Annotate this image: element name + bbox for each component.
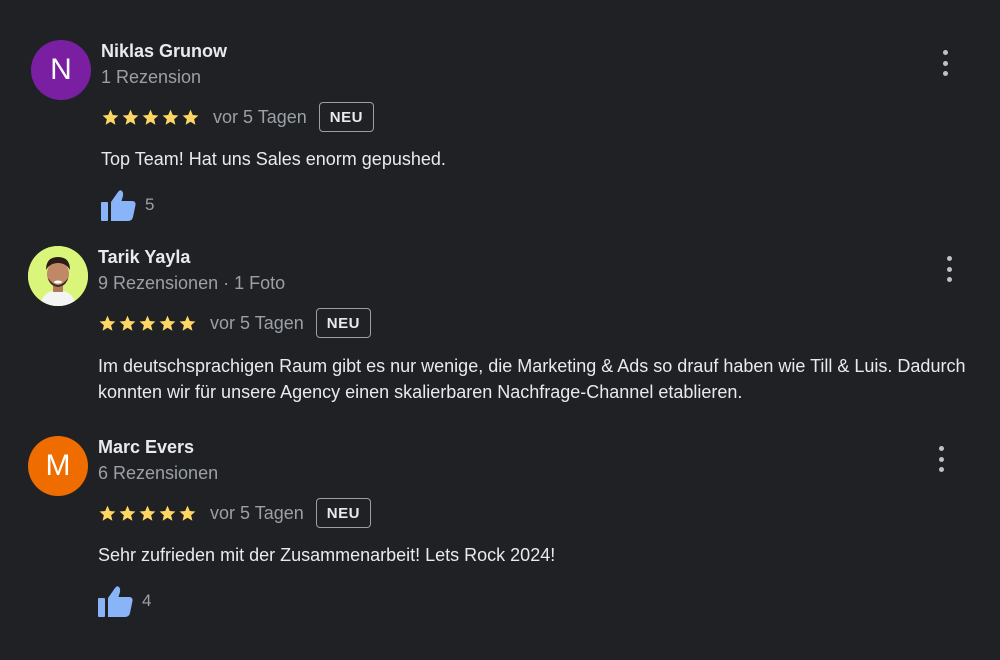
rating-row: vor 5 Tagen NEU (98, 307, 371, 339)
reviewer-meta: 6 Rezensionen (98, 463, 219, 483)
rating-row: vor 5 Tagen NEU (101, 101, 374, 133)
star-icon (99, 505, 116, 521)
more-dot (946, 277, 952, 282)
thumbs-up-icon (101, 190, 136, 221)
review-date: vor 5 Tagen (213, 106, 307, 127)
more-dot (942, 60, 948, 66)
more-options-button[interactable] (929, 444, 953, 474)
more-dot (938, 456, 944, 462)
reviewer-meta: 1 Rezension (101, 67, 202, 87)
star-icon (99, 315, 116, 331)
avatar[interactable]: N (31, 40, 91, 100)
like-button[interactable]: 4 (98, 585, 151, 617)
review-date: vor 5 Tagen (210, 312, 304, 333)
avatar[interactable] (28, 246, 88, 306)
new-badge: NEU (318, 102, 374, 132)
star-icon (119, 505, 136, 521)
star-icon (159, 315, 176, 331)
star-rating (98, 314, 197, 333)
reviewer-name[interactable]: Marc Evers (98, 437, 194, 458)
thumbs-up-icon (98, 586, 133, 617)
star-icon (162, 109, 179, 125)
star-icon (119, 315, 136, 331)
reviewer-name[interactable]: Tarik Yayla (98, 247, 190, 268)
more-dot (946, 256, 952, 261)
rating-row: vor 5 Tagen NEU (98, 497, 371, 529)
star-icon (102, 109, 119, 125)
star-icon (159, 505, 176, 521)
reviewer-name[interactable]: Niklas Grunow (101, 41, 227, 62)
review-text: Top Team! Hat uns Sales enorm gepushed. (101, 149, 446, 169)
like-count: 4 (142, 591, 152, 610)
review-date: vor 5 Tagen (210, 502, 304, 523)
star-icon (182, 109, 199, 125)
avatar[interactable]: M (28, 436, 88, 496)
star-rating (98, 504, 197, 523)
review-card: N Niklas Grunow 1 Rezension vor 5 Tagen … (0, 0, 1000, 235)
review-card: Tarik Yayla 9 Rezensionen · 1 Foto vor 5… (0, 235, 1000, 425)
more-options-button[interactable] (933, 48, 957, 78)
more-dot (938, 467, 944, 472)
new-badge: NEU (315, 308, 371, 338)
star-icon (142, 109, 159, 125)
star-icon (139, 315, 156, 331)
star-icon (122, 109, 139, 125)
more-dot (942, 71, 948, 76)
more-dot (946, 266, 952, 272)
star-rating (101, 108, 200, 127)
review-text: Sehr zufrieden mit der Zusammenarbeit! L… (98, 545, 556, 565)
like-button[interactable]: 5 (101, 189, 154, 221)
avatar-letter: N (50, 53, 72, 86)
avatar-letter: M (45, 449, 71, 482)
more-dot (938, 446, 944, 451)
profile-photo (28, 246, 88, 306)
new-badge: NEU (315, 498, 371, 528)
more-options-button[interactable] (937, 254, 961, 284)
star-icon (139, 505, 156, 521)
star-icon (179, 505, 196, 521)
like-count: 5 (145, 195, 155, 214)
review-text: Im deutschsprachigen Raum gibt es nur we… (98, 356, 966, 402)
reviewer-meta: 9 Rezensionen · 1 Foto (98, 273, 286, 293)
review-card: M Marc Evers 6 Rezensionen vor 5 Tagen N… (0, 425, 1000, 660)
star-icon (179, 315, 196, 331)
more-dot (942, 50, 948, 55)
